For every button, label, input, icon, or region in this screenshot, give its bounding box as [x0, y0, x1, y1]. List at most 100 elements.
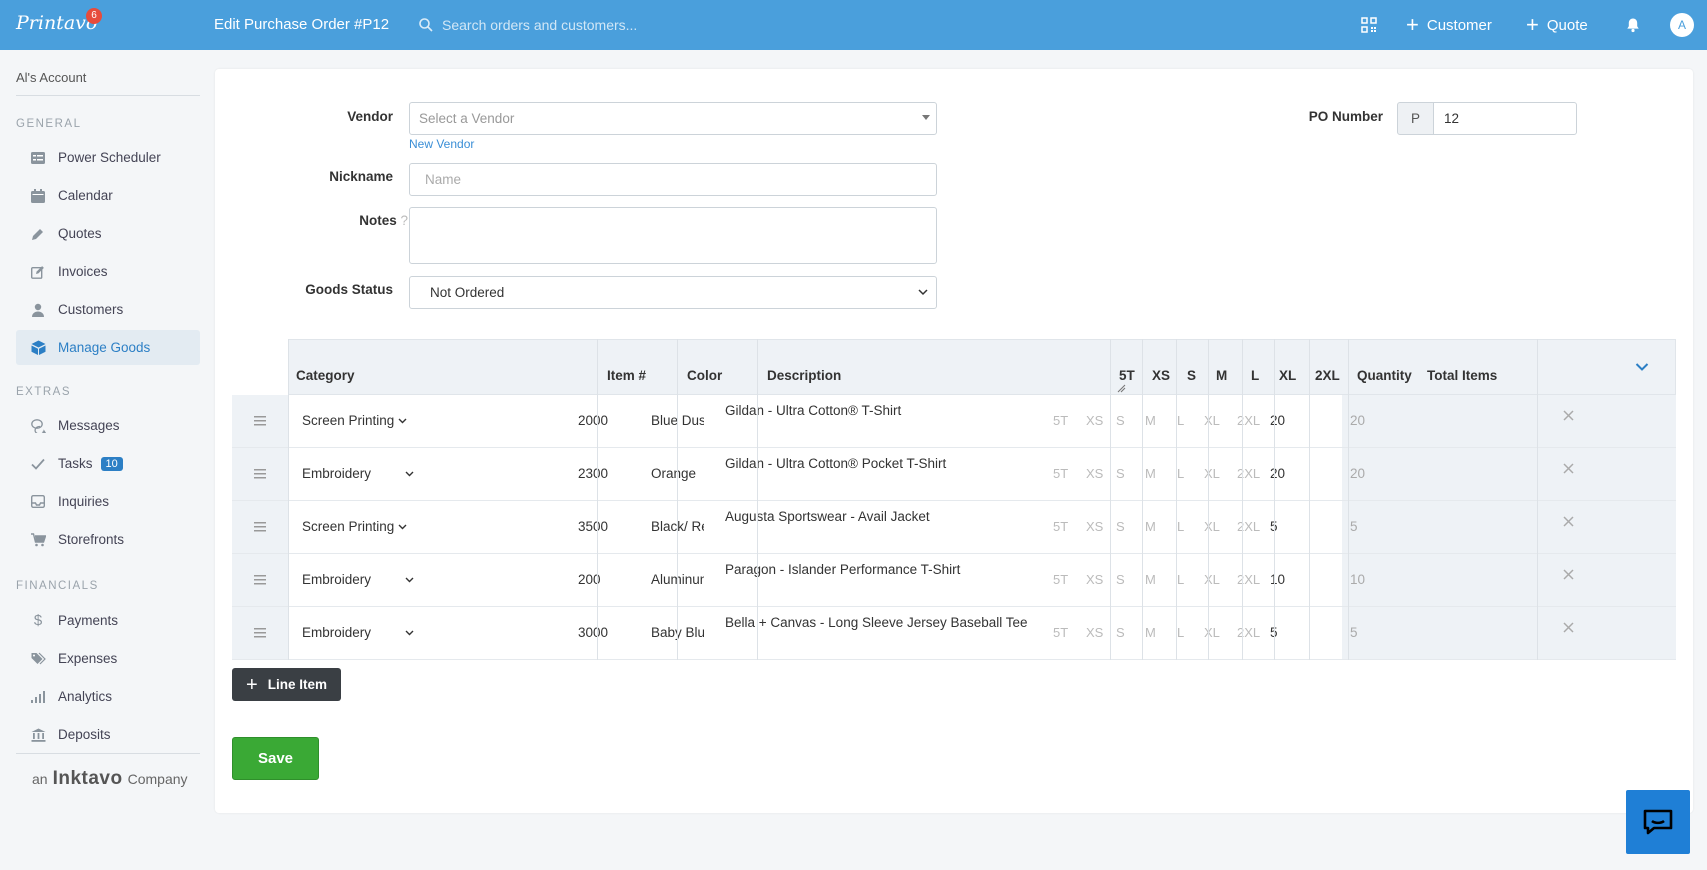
size-2xl-input[interactable]: 2XL [1237, 572, 1260, 587]
sidebar-item-power-scheduler[interactable]: Power Scheduler [16, 140, 200, 175]
sidebar-item-inquiries[interactable]: Inquiries [16, 484, 200, 519]
drag-handle-icon[interactable] [232, 607, 288, 659]
size-xl-input[interactable]: XL [1204, 413, 1220, 428]
drag-handle-icon[interactable] [232, 554, 288, 606]
size-s-input[interactable]: S [1116, 572, 1125, 587]
size-l-input[interactable]: L [1177, 466, 1184, 481]
new-vendor-link[interactable]: New Vendor [409, 137, 474, 151]
category-select[interactable]: Screen Printing [302, 413, 407, 428]
size-xl-input[interactable]: XL [1204, 466, 1220, 481]
sidebar-item-storefronts[interactable]: Storefronts [16, 522, 200, 557]
item-number-input[interactable]: 200 [578, 572, 650, 587]
chat-widget-button[interactable] [1626, 790, 1690, 854]
search-input[interactable] [442, 17, 722, 33]
new-quote-button[interactable]: + Quote [1526, 13, 1588, 37]
category-select[interactable]: Screen Printing [302, 519, 407, 534]
account-name[interactable]: Al's Account [16, 70, 86, 85]
size-s-input[interactable]: S [1116, 413, 1125, 428]
description-input[interactable]: Gildan - Ultra Cotton® T-Shirt [725, 403, 1035, 418]
po-number-input[interactable] [1433, 102, 1577, 135]
chevron-down-icon [405, 577, 414, 582]
category-select[interactable]: Embroidery [302, 466, 414, 481]
size-5t-input[interactable]: 5T [1053, 572, 1068, 587]
add-line-item-button[interactable]: + Line Item [232, 668, 341, 701]
size-s-input[interactable]: S [1116, 466, 1125, 481]
size-2xl-input[interactable]: 2XL [1237, 413, 1260, 428]
quantity-input[interactable]: 20 [1270, 413, 1285, 428]
sidebar-item-quotes[interactable]: Quotes [16, 216, 200, 251]
size-2xl-input[interactable]: 2XL [1237, 466, 1260, 481]
description-input[interactable]: Paragon - Islander Performance T-Shirt [725, 562, 1035, 577]
sidebar-item-expenses[interactable]: Expenses [16, 641, 200, 676]
size-xl-input[interactable]: XL [1204, 572, 1220, 587]
size-m-input[interactable]: M [1145, 413, 1156, 428]
description-input[interactable]: Augusta Sportswear - Avail Jacket [725, 509, 1035, 524]
chevron-down-icon[interactable] [1635, 362, 1649, 372]
category-select[interactable]: Embroidery [302, 625, 414, 640]
size-m-input[interactable]: M [1145, 519, 1156, 534]
po-prefix: P [1397, 102, 1434, 135]
section-financials: FINANCIALS [16, 580, 99, 592]
size-xl-input[interactable]: XL [1204, 625, 1220, 640]
item-number-input[interactable]: 2000 [578, 413, 650, 428]
close-icon[interactable] [1563, 622, 1574, 633]
size-2xl-input[interactable]: 2XL [1237, 519, 1260, 534]
notes-textarea[interactable] [409, 207, 937, 264]
size-xs-input[interactable]: XS [1086, 572, 1103, 587]
size-s-input[interactable]: S [1116, 519, 1125, 534]
description-input[interactable]: Gildan - Ultra Cotton® Pocket T-Shirt [725, 456, 1035, 471]
sidebar-item-tasks[interactable]: Tasks 10 [16, 446, 200, 481]
sidebar-item-customers[interactable]: Customers [16, 292, 200, 327]
sidebar-item-payments[interactable]: $ Payments [16, 603, 200, 638]
sidebar-item-deposits[interactable]: Deposits [16, 717, 200, 752]
size-xs-input[interactable]: XS [1086, 413, 1103, 428]
item-number-input[interactable]: 3500 [578, 519, 650, 534]
resize-handle-icon[interactable] [1117, 384, 1126, 393]
size-5t-input[interactable]: 5T [1053, 625, 1068, 640]
quantity-input[interactable]: 20 [1270, 466, 1285, 481]
close-icon[interactable] [1563, 463, 1574, 474]
item-number-input[interactable]: 3000 [578, 625, 650, 640]
size-xs-input[interactable]: XS [1086, 625, 1103, 640]
size-m-input[interactable]: M [1145, 572, 1156, 587]
goods-status-select[interactable]: Not Ordered [409, 276, 937, 309]
quantity-input[interactable]: 10 [1270, 572, 1285, 587]
size-xs-input[interactable]: XS [1086, 466, 1103, 481]
item-number-input[interactable]: 2300 [578, 466, 650, 481]
qr-code-icon[interactable] [1358, 14, 1380, 36]
category-select[interactable]: Embroidery [302, 572, 414, 587]
save-button[interactable]: Save [232, 737, 319, 780]
bell-icon[interactable] [1622, 14, 1644, 36]
drag-handle-icon[interactable] [232, 448, 288, 500]
sidebar-item-messages[interactable]: Messages [16, 408, 200, 443]
sidebar-item-calendar[interactable]: Calendar [16, 178, 200, 213]
size-l-input[interactable]: L [1177, 519, 1184, 534]
size-2xl-input[interactable]: 2XL [1237, 625, 1260, 640]
close-icon[interactable] [1563, 516, 1574, 527]
close-icon[interactable] [1563, 410, 1574, 421]
user-avatar[interactable]: A [1670, 13, 1694, 37]
size-l-input[interactable]: L [1177, 625, 1184, 640]
sidebar-item-manage-goods[interactable]: Manage Goods [16, 330, 200, 365]
nickname-input[interactable] [409, 163, 937, 196]
close-icon[interactable] [1563, 569, 1574, 580]
size-l-input[interactable]: L [1177, 413, 1184, 428]
drag-handle-icon[interactable] [232, 501, 288, 553]
size-s-input[interactable]: S [1116, 625, 1125, 640]
size-l-input[interactable]: L [1177, 572, 1184, 587]
description-input[interactable]: Bella + Canvas - Long Sleeve Jersey Base… [725, 615, 1035, 630]
drag-handle-icon[interactable] [232, 395, 288, 447]
size-5t-input[interactable]: 5T [1053, 519, 1068, 534]
global-search[interactable] [418, 14, 738, 36]
size-m-input[interactable]: M [1145, 625, 1156, 640]
size-5t-input[interactable]: 5T [1053, 466, 1068, 481]
help-icon[interactable]: ? [400, 213, 408, 228]
vendor-select[interactable]: Select a Vendor [409, 102, 937, 135]
size-xl-input[interactable]: XL [1204, 519, 1220, 534]
new-customer-button[interactable]: + Customer [1406, 13, 1492, 37]
size-xs-input[interactable]: XS [1086, 519, 1103, 534]
size-5t-input[interactable]: 5T [1053, 413, 1068, 428]
sidebar-item-invoices[interactable]: Invoices [16, 254, 200, 289]
sidebar-item-analytics[interactable]: Analytics [16, 679, 200, 714]
size-m-input[interactable]: M [1145, 466, 1156, 481]
